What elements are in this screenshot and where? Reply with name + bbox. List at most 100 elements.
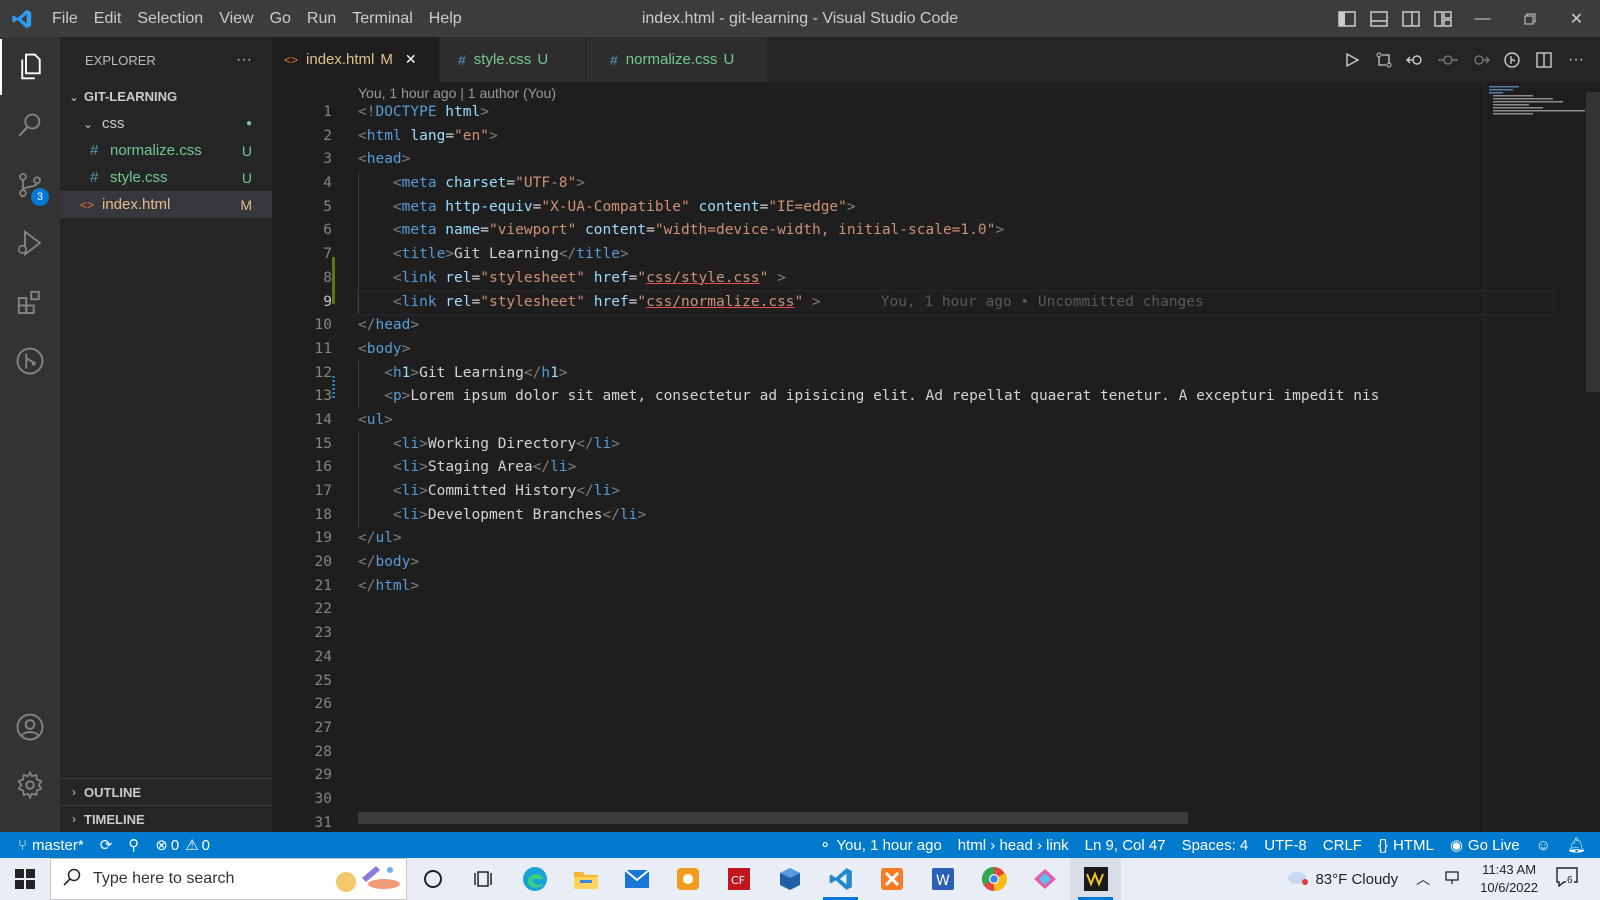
settings-gear-icon[interactable] <box>0 757 60 813</box>
code-line[interactable]: <head> <box>358 148 1553 172</box>
tab-index-html[interactable]: <> index.html M ✕ <box>272 37 440 82</box>
run-debug-icon[interactable] <box>0 215 60 271</box>
split-editor-icon[interactable] <box>1528 37 1560 82</box>
minimap[interactable] <box>1484 82 1588 832</box>
word-icon[interactable]: W <box>917 858 968 900</box>
tab-style-css[interactable]: # style.css U <box>440 37 586 82</box>
virtualbox-icon[interactable] <box>764 858 815 900</box>
source-control-icon[interactable]: 3 <box>0 157 60 213</box>
file-normalize-css[interactable]: # normalize.css U <box>60 137 272 164</box>
toggle-blame-icon[interactable] <box>1496 37 1528 82</box>
file-explorer-icon[interactable] <box>560 858 611 900</box>
xampp-icon[interactable] <box>866 858 917 900</box>
code-line[interactable]: <body> <box>358 338 1553 362</box>
code-line[interactable]: </body> <box>358 551 1553 575</box>
code-editor[interactable]: You, 1 hour ago | 1 author (You) 1 2 3 4… <box>272 82 1600 832</box>
close-window-icon[interactable]: ✕ <box>1553 0 1600 37</box>
code-line[interactable]: <link rel="stylesheet" href="css/style.c… <box>358 267 1553 291</box>
commit-icon[interactable] <box>1432 37 1464 82</box>
mail-icon[interactable] <box>611 858 662 900</box>
folder-css[interactable]: ⌄ css ● <box>60 110 272 137</box>
indentation[interactable]: Spaces: 4 <box>1174 832 1257 858</box>
timeline-section[interactable]: › TIMELINE <box>60 805 272 832</box>
clock[interactable]: 11:43 AM 10/6/2022 <box>1470 861 1548 897</box>
codelens-authors[interactable]: You, 1 hour ago | 1 author (You) <box>358 85 556 101</box>
photo-app-icon[interactable] <box>662 858 713 900</box>
minimize-icon[interactable]: — <box>1459 0 1506 37</box>
code-line[interactable]: <title>Git Learning</title> <box>358 243 1553 267</box>
menu-go[interactable]: Go <box>262 0 299 37</box>
language-mode[interactable]: {} HTML <box>1370 832 1442 858</box>
chevron-up-icon[interactable]: ︿ <box>1416 869 1430 889</box>
code-line[interactable]: <li>Working Directory</li> <box>358 433 1553 457</box>
close-tab-icon[interactable]: ✕ <box>405 51 417 68</box>
code-line[interactable]: <html lang="en"> <box>358 125 1553 149</box>
toggle-secondary-sidebar-icon[interactable] <box>1395 0 1427 37</box>
code-line[interactable]: </html> <box>358 575 1553 599</box>
code-line[interactable]: <li>Committed History</li> <box>358 480 1553 504</box>
run-play-icon[interactable] <box>1336 37 1368 82</box>
search-icon[interactable] <box>0 97 60 153</box>
horizontal-scrollbar[interactable] <box>358 812 1188 824</box>
code-line[interactable]: <h1>Git Learning</h1> <box>358 362 1553 386</box>
code-line[interactable]: <meta name="viewport" content="width=dev… <box>358 219 1553 243</box>
open-changes-icon[interactable] <box>1368 37 1400 82</box>
accounts-icon[interactable] <box>0 699 60 755</box>
end-of-line[interactable]: CRLF <box>1315 832 1370 858</box>
git-graph-icon[interactable] <box>0 333 60 389</box>
snip-tool-icon[interactable] <box>1019 858 1070 900</box>
edge-browser-icon[interactable] <box>509 858 560 900</box>
weather-cloud-icon[interactable] <box>1285 868 1309 890</box>
breadcrumb-status[interactable]: html › head › link <box>950 832 1077 858</box>
menu-terminal[interactable]: Terminal <box>344 0 420 37</box>
outline-section[interactable]: › OUTLINE <box>60 778 272 805</box>
tab-normalize-css[interactable]: # normalize.css U <box>586 37 768 82</box>
encoding[interactable]: UTF-8 <box>1256 832 1315 858</box>
menu-help[interactable]: Help <box>421 0 470 37</box>
explorer-icon[interactable] <box>0 39 60 95</box>
toggle-panel-icon[interactable] <box>1363 0 1395 37</box>
task-view-icon[interactable] <box>458 858 509 900</box>
code-line[interactable]: <meta charset="UTF-8"> <box>358 172 1553 196</box>
file-style-css[interactable]: # style.css U <box>60 164 272 191</box>
cortana-icon[interactable] <box>407 858 458 900</box>
extensions-icon[interactable] <box>0 275 60 331</box>
menu-selection[interactable]: Selection <box>129 0 211 37</box>
code-line[interactable]: <ul> <box>358 409 1553 433</box>
audio-app-icon[interactable] <box>1070 858 1121 900</box>
menu-run[interactable]: Run <box>299 0 344 37</box>
cursor-position[interactable]: Ln 9, Col 47 <box>1077 832 1174 858</box>
vertical-scrollbar[interactable] <box>1584 82 1600 832</box>
code-line[interactable]: </head> <box>358 314 1553 338</box>
network-icon[interactable] <box>1444 869 1460 889</box>
code-line[interactable]: <meta http-equiv="X-UA-Compatible" conte… <box>358 196 1553 220</box>
menu-file[interactable]: File <box>44 0 86 37</box>
vscode-taskbar-icon[interactable] <box>815 858 866 900</box>
workspace-root[interactable]: ⌄ GIT-LEARNING <box>60 83 272 110</box>
menu-view[interactable]: View <box>211 0 261 37</box>
chrome-icon[interactable] <box>968 858 1019 900</box>
code-line[interactable]: <li>Staging Area</li> <box>358 456 1553 480</box>
vertical-scrollbar-thumb[interactable] <box>1586 92 1600 392</box>
code-line[interactable]: <p>Lorem ipsum dolor sit amet, consectet… <box>358 385 1553 409</box>
sync-changes-icon[interactable]: ⟳ <box>92 832 121 858</box>
code-line[interactable]: <link rel="stylesheet" href="css/normali… <box>357 289 1554 316</box>
taskbar-search-input[interactable]: Type here to search <box>50 858 407 900</box>
code-line[interactable]: <!DOCTYPE html> <box>358 101 1553 125</box>
file-index-html[interactable]: <> index.html M <box>60 191 272 218</box>
problems-status[interactable]: ⊗ 0 ⚠ 0 <box>147 832 218 858</box>
notification-center-icon[interactable]: 6 <box>1556 867 1578 891</box>
toggle-primary-sidebar-icon[interactable] <box>1331 0 1363 37</box>
notifications-bell-icon[interactable]: 🔔︎ <box>1559 832 1600 858</box>
code-line[interactable]: <li>Development Branches</li> <box>358 504 1553 528</box>
weather-text[interactable]: 83°F Cloudy <box>1315 871 1398 888</box>
more-actions-icon[interactable]: ··· <box>236 51 252 69</box>
vscode-logo-icon[interactable] <box>0 0 44 37</box>
customize-layout-icon[interactable] <box>1427 0 1459 37</box>
restore-icon[interactable] <box>1506 0 1553 37</box>
go-live-button[interactable]: ◉ Go Live <box>1442 832 1528 858</box>
feedback-icon[interactable]: ☺ <box>1528 832 1559 858</box>
go-back-commit-icon[interactable] <box>1400 37 1432 82</box>
git-graph-status-icon[interactable]: ⚲ <box>120 832 147 858</box>
coldfusion-icon[interactable]: CF <box>713 858 764 900</box>
